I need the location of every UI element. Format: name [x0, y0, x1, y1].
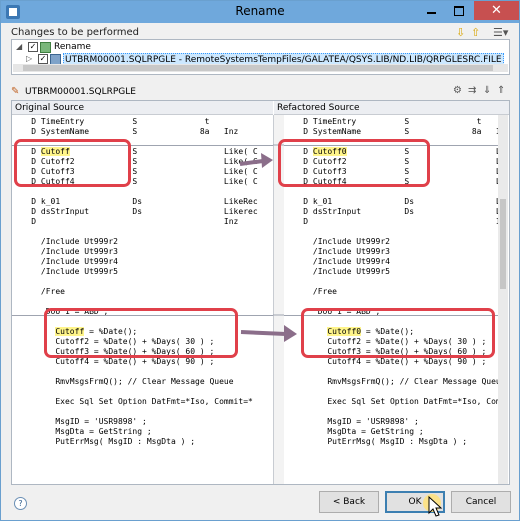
back-button[interactable]: < Back: [319, 491, 379, 513]
code-line: MsgDta = GetString ;: [284, 427, 424, 436]
close-button[interactable]: ✕: [474, 1, 519, 20]
code-line: /Include Ut999r2: [12, 237, 118, 246]
original-source-header: Original Source: [12, 101, 273, 115]
code-line: Exec Sql Set Option DatFmt=*Iso, Commit=…: [12, 397, 253, 406]
copy-left-icon[interactable]: ⇉: [468, 85, 476, 96]
refactor-icon: [40, 42, 51, 53]
code-line: MsgID = 'USR9898' ;: [284, 417, 419, 426]
code-line: D dsStrInput Ds Likerec: [12, 207, 258, 216]
code-line: Exec Sql Set Option DatFmt=*Iso, Comm: [284, 397, 498, 406]
code-line: MsgDta = GetString ;: [12, 427, 152, 436]
code-line: /Free: [284, 287, 337, 296]
help-icon[interactable]: ?: [14, 497, 27, 510]
vertical-scroll-thumb[interactable]: [500, 199, 506, 289]
code-line: PutErrMsg( MsgID : MsgDta ) ;: [12, 437, 196, 446]
code-line: D k_01 Ds LikeRec: [12, 197, 258, 206]
code-line: D SystemName S 8a Inz: [284, 127, 498, 136]
title-bar: Rename ✕: [1, 1, 519, 23]
code-line: /Include Ut999r4: [12, 257, 118, 266]
code-line: RmvMsgsFrmQ(); // Clear Message Queue: [12, 377, 234, 386]
vertical-scrollbar[interactable]: [498, 115, 508, 484]
mouse-cursor-icon: [423, 494, 443, 517]
code-line: D SystemName S 8a Inz: [12, 127, 239, 136]
checkbox-icon[interactable]: ✓: [38, 54, 48, 64]
code-line: /Include Ut999r2: [284, 237, 390, 246]
code-line: /Free: [12, 287, 65, 296]
changes-tree: ◢ ✓ Rename ▷ ✓ UTBRM00001.SQLRPGLE - Rem…: [11, 39, 510, 75]
code-line: D Inz: [284, 217, 498, 226]
annotation-box: [14, 139, 131, 187]
minimize-button[interactable]: [417, 1, 445, 20]
code-line: /Include Ut999r4: [284, 257, 390, 266]
cancel-button[interactable]: Cancel: [451, 491, 511, 513]
code-line: /Include Ut999r3: [284, 247, 390, 256]
arrow-down-icon[interactable]: ⇩: [456, 26, 465, 40]
filter-icon[interactable]: ☰▾: [493, 26, 508, 40]
checkbox-icon[interactable]: ✓: [28, 42, 38, 52]
tree-scroll-thumb[interactable]: [23, 65, 493, 71]
copy-all-icon[interactable]: ⚙: [453, 85, 462, 96]
rename-dialog: Rename ✕ Changes to be performed ⇩ ⇧ ☰▾ …: [0, 0, 520, 521]
next-change-icon[interactable]: ⇓: [483, 85, 491, 96]
tree-horizontal-scrollbar[interactable]: [13, 64, 508, 72]
code-line: Cutoff4 = %Date() + %Days( 90 ) ;: [12, 357, 215, 366]
arrow-up-icon[interactable]: ⇧: [471, 26, 480, 40]
code-line: D dsStrInput Ds Lik: [284, 207, 498, 216]
annotation-box: [44, 308, 238, 358]
annotation-arrow: [239, 153, 273, 168]
collapse-twisty-icon[interactable]: ◢: [16, 41, 22, 53]
annotation-arrow: [240, 325, 297, 342]
code-line: /Include Ut999r5: [12, 267, 118, 276]
annotation-box: [301, 308, 495, 358]
file-header-label: UTBRM00001.SQLRPGLE: [25, 87, 136, 97]
code-line: /Include Ut999r5: [284, 267, 390, 276]
code-line: D Inz: [12, 217, 239, 226]
maximize-button[interactable]: [445, 1, 473, 20]
code-line: Cutoff4 = %Date() + %Days( 90 ) ;: [284, 357, 487, 366]
annotation-box: [278, 139, 430, 187]
prev-change-icon[interactable]: ⇑: [497, 85, 505, 96]
code-line: MsgID = 'USR9898' ;: [12, 417, 147, 426]
code-line: RmvMsgsFrmQ(); // Clear Message Queue: [284, 377, 498, 386]
changes-header: Changes to be performed: [11, 27, 139, 38]
refactored-source-header: Refactored Source: [274, 101, 509, 115]
code-line: D TimeEntry S t: [284, 117, 482, 126]
pencil-icon: ✎: [11, 86, 20, 97]
code-line: PutErrMsg( MsgID : MsgDta ) ;: [284, 437, 468, 446]
code-line: D k_01 Ds Lik: [284, 197, 498, 206]
code-line: D TimeEntry S t: [12, 117, 210, 126]
code-line: /Include Ut999r3: [12, 247, 118, 256]
tree-root-label: Rename: [54, 42, 91, 52]
